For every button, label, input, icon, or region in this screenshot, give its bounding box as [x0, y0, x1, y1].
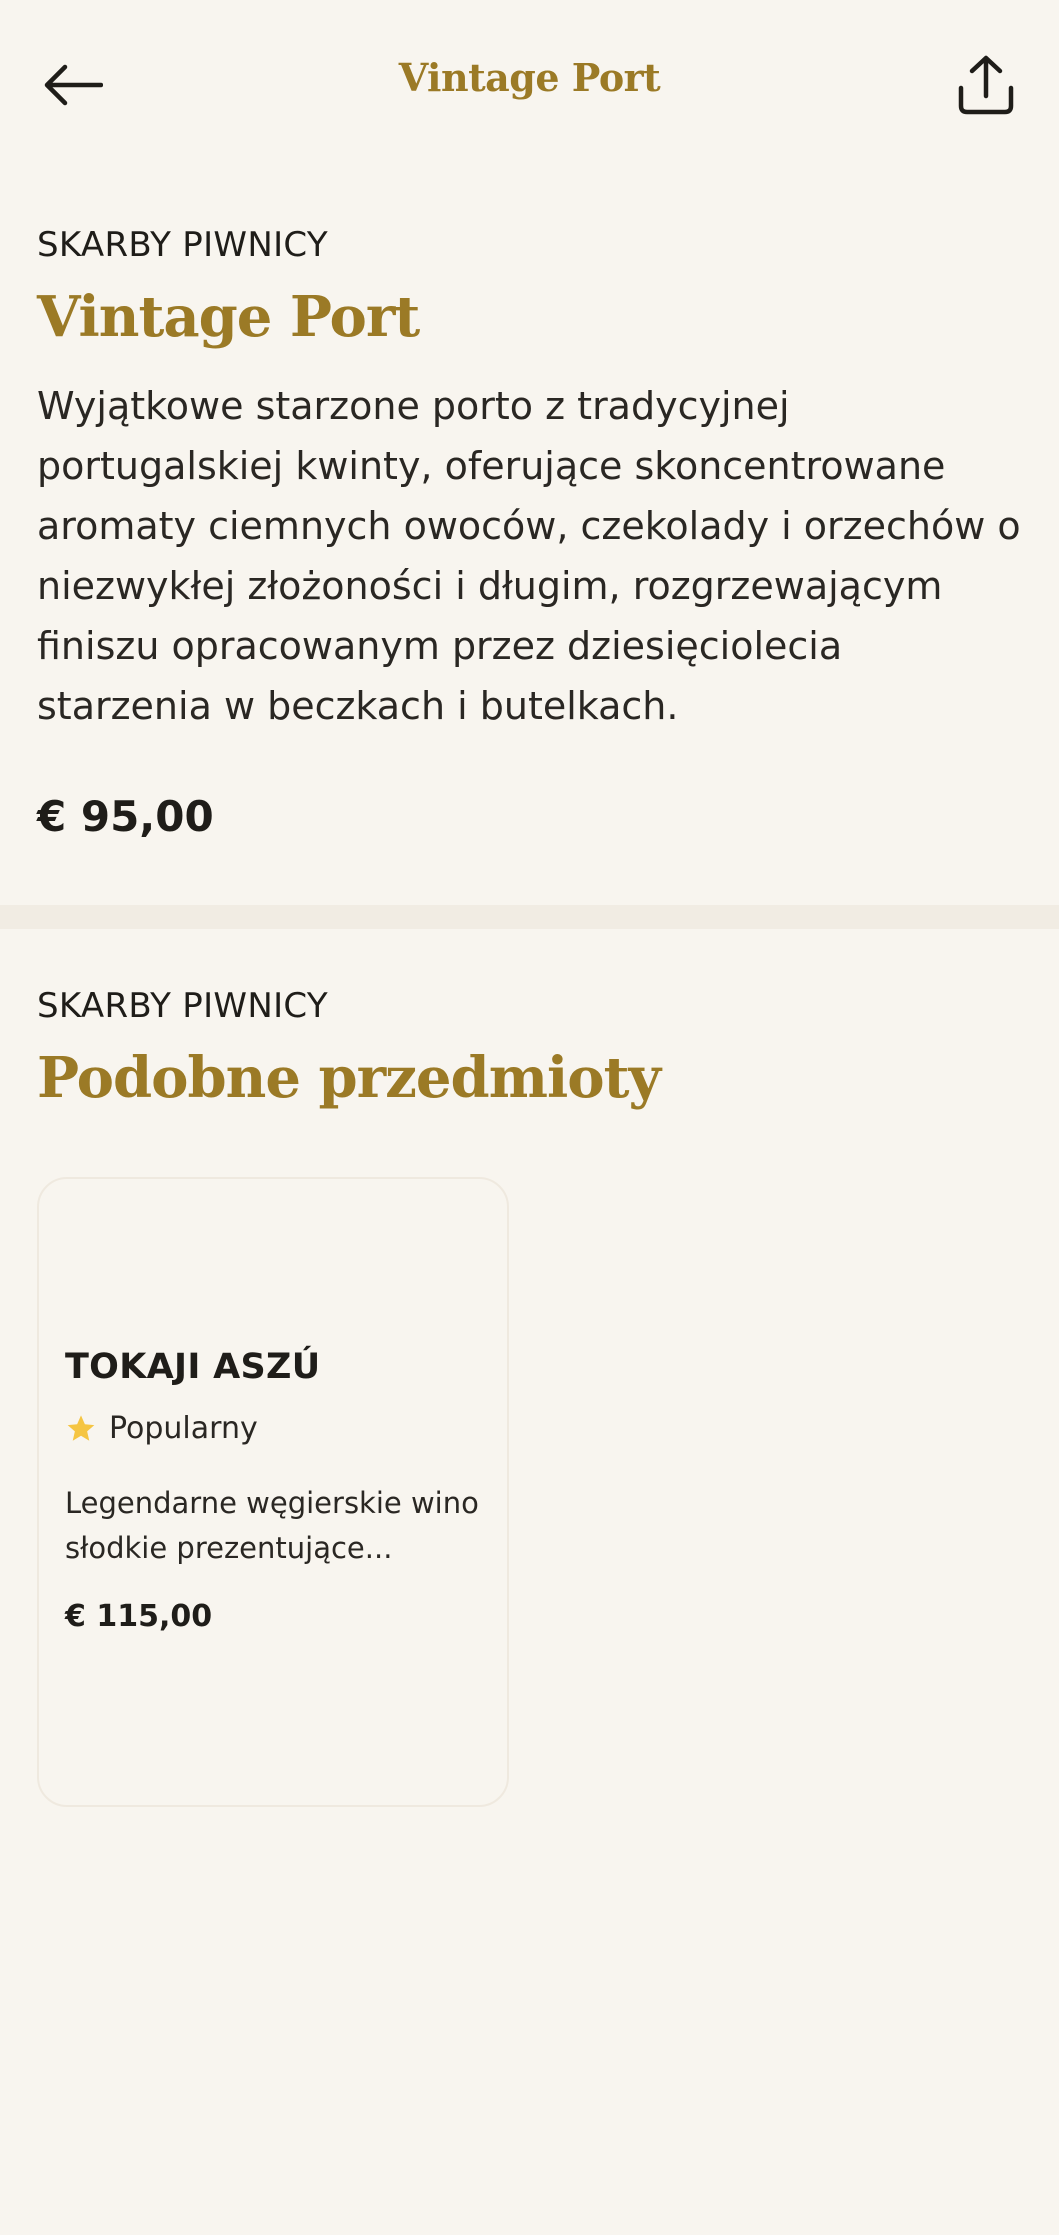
- product-name: Vintage Port: [37, 284, 420, 350]
- star-icon: [67, 1414, 95, 1441]
- similar-item-description: Legendarne węgierskie wino słodkie preze…: [65, 1486, 479, 1565]
- product-detail-page: Vintage Port SKARBY PIWNICY Vintage Port…: [0, 0, 1059, 2235]
- product-info: SKARBY PIWNICY Vintage Port Wyjątkowe st…: [37, 222, 1027, 841]
- top-bar: Vintage Port: [0, 0, 1059, 170]
- similar-item-card[interactable]: TOKAJI ASZÚ Popularny Legendarne węgiers…: [37, 1177, 509, 1807]
- product-description: Wyjątkowe starzone porto z tradycyjnej p…: [37, 384, 1021, 728]
- similar-items-header: SKARBY PIWNICY Podobne przedmioty: [37, 983, 1027, 1113]
- section-divider: [0, 905, 1059, 929]
- popular-badge: Popularny: [65, 1411, 258, 1446]
- similar-item-name: TOKAJI ASZÚ: [65, 1347, 321, 1387]
- topbar-title: Vintage Port: [398, 55, 661, 100]
- similar-item-price: € 115,00: [65, 1599, 213, 1634]
- similar-title: Podobne przedmioty: [37, 1045, 661, 1111]
- badge-label: Popularny: [109, 1411, 258, 1446]
- product-price: € 95,00: [37, 792, 214, 841]
- similar-category: SKARBY PIWNICY: [37, 986, 328, 1026]
- share-icon: [958, 55, 1014, 115]
- share-button[interactable]: [941, 40, 1031, 130]
- product-category: SKARBY PIWNICY: [37, 225, 328, 265]
